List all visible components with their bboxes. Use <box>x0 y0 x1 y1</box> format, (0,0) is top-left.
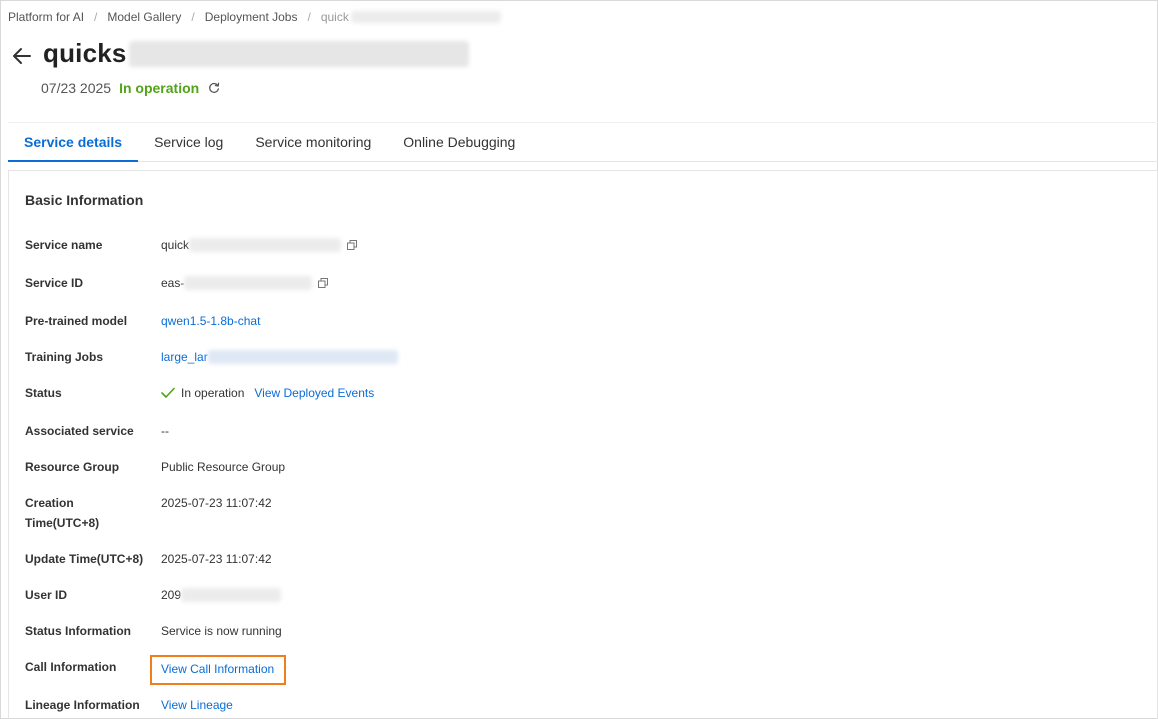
field-value: 2025-07-23 11:07:42 <box>161 496 272 510</box>
field-label: Training Jobs <box>25 350 104 364</box>
field-value: qwen1.5-1.8b-chat <box>161 311 260 331</box>
field-value: quick <box>161 235 358 255</box>
field-label: Status <box>25 386 62 400</box>
back-arrow-icon[interactable] <box>10 44 34 68</box>
redacted-text <box>181 588 282 602</box>
breadcrumb-platform[interactable]: Platform for AI <box>8 10 84 24</box>
copy-icon[interactable] <box>347 240 358 250</box>
check-icon <box>161 387 175 398</box>
pretrained-model-link[interactable]: qwen1.5-1.8b-chat <box>161 311 260 331</box>
info-row-resource-group: Resource Group Public Resource Group <box>25 457 285 477</box>
copy-icon[interactable] <box>318 278 329 288</box>
breadcrumb-current: quick <box>320 10 349 24</box>
info-row-lineage-information: Lineage Information View Lineage <box>25 695 233 715</box>
tab-bar: Service details Service log Service moni… <box>8 122 1158 162</box>
redacted-text <box>184 276 313 290</box>
status-value: In operation <box>181 386 245 400</box>
field-label: Lineage Information <box>25 698 140 712</box>
basic-info-panel: Basic Information Service name quick Ser… <box>8 170 1158 719</box>
field-label: User ID <box>25 588 68 602</box>
info-row-service-id: Service ID eas- <box>25 273 329 293</box>
status-badge: In operation <box>119 80 200 96</box>
field-label: Associated service <box>25 424 134 438</box>
page-title: quicks <box>43 38 469 69</box>
user-id-value: 209 <box>161 588 182 602</box>
tab-online-debugging[interactable]: Online Debugging <box>387 123 531 161</box>
info-row-user-id: User ID 209 <box>25 585 282 605</box>
breadcrumb-separator: / <box>307 10 311 24</box>
redacted-text <box>128 40 469 67</box>
breadcrumb-separator: / <box>191 10 195 24</box>
refresh-icon[interactable] <box>207 81 221 95</box>
breadcrumb-separator: / <box>94 10 98 24</box>
field-label: Service name <box>25 238 103 252</box>
view-lineage-link[interactable]: View Lineage <box>161 695 233 715</box>
field-label: Call Information <box>25 660 117 674</box>
redacted-text <box>350 11 501 23</box>
info-row-status-information: Status Information Service is now runnin… <box>25 621 282 641</box>
redacted-text <box>189 238 342 252</box>
field-value: eas- <box>161 273 329 293</box>
view-deployed-events-link[interactable]: View Deployed Events <box>254 383 374 403</box>
field-value: Service is now running <box>161 624 282 638</box>
tab-service-monitoring[interactable]: Service monitoring <box>239 123 387 161</box>
field-label: Update Time(UTC+8) <box>25 552 144 566</box>
field-value: Public Resource Group <box>161 460 286 474</box>
field-value: 209 <box>161 585 282 605</box>
field-value: large_lar <box>161 347 398 367</box>
field-label: Resource Group <box>25 460 120 474</box>
tab-service-log[interactable]: Service log <box>138 123 239 161</box>
page-title-text: quicks <box>43 38 127 68</box>
field-value: 2025-07-23 11:07:42 <box>161 552 272 566</box>
field-value: -- <box>161 424 169 438</box>
info-row-update-time: Update Time(UTC+8) 2025-07-23 11:07:42 <box>25 549 272 569</box>
field-label-line: Creation <box>25 496 74 510</box>
field-label: Status Information <box>25 624 132 638</box>
info-row-service-name: Service name quick <box>25 235 358 255</box>
field-label: Service ID <box>25 276 84 290</box>
info-row-pretrained-model: Pre-trained model qwen1.5-1.8b-chat <box>25 311 260 331</box>
tab-service-details[interactable]: Service details <box>8 123 139 162</box>
field-value: In operation View Deployed Events <box>161 383 374 403</box>
field-label: Pre-trained model <box>25 314 128 328</box>
breadcrumb-deployment-jobs[interactable]: Deployment Jobs <box>205 10 298 24</box>
info-row-associated-service: Associated service -- <box>25 421 169 441</box>
highlight-box <box>150 655 286 685</box>
service-id-value: eas- <box>161 276 185 290</box>
info-row-status: Status In operation View Deployed Events <box>25 383 374 403</box>
training-job-link[interactable]: large_lar <box>161 347 208 367</box>
section-title: Basic Information <box>25 192 144 208</box>
redacted-text <box>207 350 398 364</box>
field-label-line: Time(UTC+8) <box>25 516 100 530</box>
field-value: View Lineage <box>161 695 233 715</box>
deploy-date: 07/23 2025 <box>41 80 112 96</box>
service-name-value: quick <box>161 238 190 252</box>
field-label: Creation Time(UTC+8) <box>25 493 161 533</box>
info-row-creation-time: Creation Time(UTC+8) 2025-07-23 11:07:42 <box>25 493 272 533</box>
page-meta: 07/23 2025 In operation <box>41 80 221 96</box>
info-row-training-jobs: Training Jobs large_lar <box>25 347 398 367</box>
breadcrumb: Platform for AI / Model Gallery / Deploy… <box>8 9 501 25</box>
breadcrumb-model-gallery[interactable]: Model Gallery <box>107 10 181 24</box>
